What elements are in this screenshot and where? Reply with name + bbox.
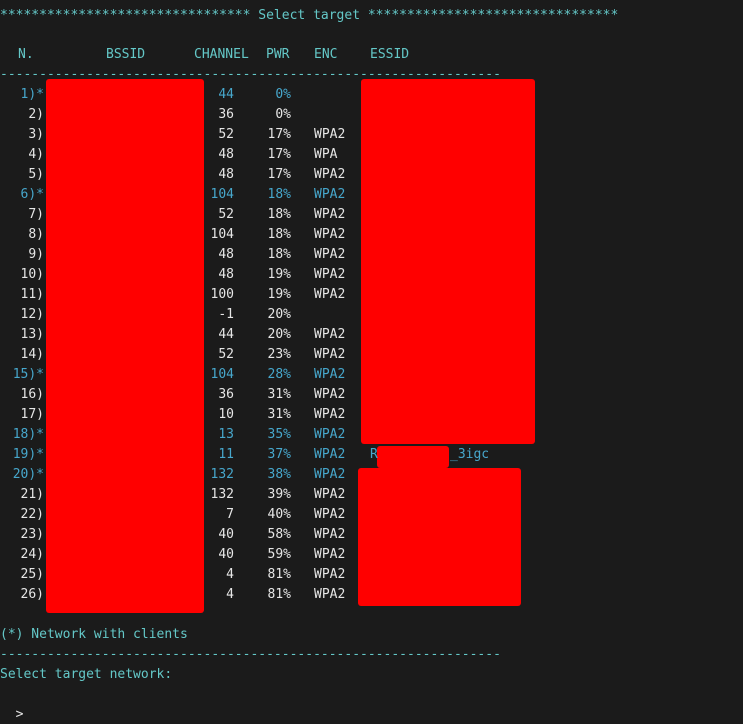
- row-enc: WPA2: [314, 507, 346, 522]
- row-pwr: 18%: [267, 187, 291, 202]
- row-pwr: 23%: [267, 347, 291, 362]
- row-enc: WPA2: [314, 327, 346, 342]
- input-line[interactable]: >: [0, 685, 743, 722]
- row-pwr: 59%: [267, 547, 291, 562]
- row-number: 17): [20, 407, 44, 422]
- row-number: 9): [28, 247, 44, 262]
- row-enc: [314, 85, 358, 105]
- row-number: 12): [20, 307, 44, 322]
- table-header: N. BSSID CHANNEL PWR ENC ESSID: [0, 45, 743, 65]
- row-number: 22): [20, 507, 44, 522]
- row-enc: WPA2: [314, 567, 346, 582]
- row-pwr: 81%: [267, 567, 291, 582]
- row-enc: WPA2: [314, 347, 346, 362]
- essid-redaction-row19: [377, 446, 449, 468]
- row-pwr: 81%: [267, 587, 291, 602]
- footer-divider: ----------------------------------------…: [0, 647, 501, 662]
- row-enc: WPA2: [314, 227, 346, 242]
- row-pwr: 17%: [267, 167, 291, 182]
- header-bssid: BSSID: [106, 47, 146, 62]
- header-pwr: PWR: [266, 47, 290, 62]
- input-caret: >: [15, 707, 24, 722]
- row-number: 7): [28, 207, 44, 222]
- row-enc: WPA2: [314, 547, 346, 562]
- row-number: 25): [20, 567, 44, 582]
- row-pwr: 19%: [267, 287, 291, 302]
- row-pwr: 18%: [267, 247, 291, 262]
- row-pwr: 20%: [267, 327, 291, 342]
- row-number: 8): [28, 227, 44, 242]
- row-number: 21): [20, 487, 44, 502]
- title-banner: ******************************** Select …: [0, 8, 619, 23]
- row-enc: WPA2: [314, 467, 346, 482]
- row-pwr: 0%: [275, 107, 291, 122]
- row19-essid-start: R: [370, 447, 378, 462]
- row-number: 1)*: [20, 87, 44, 102]
- row-enc: WPA: [314, 147, 338, 162]
- row19-essid-end: _3igc: [450, 447, 490, 462]
- row-pwr: 40%: [267, 507, 291, 522]
- row-number: 5): [28, 167, 44, 182]
- row-pwr: 19%: [267, 267, 291, 282]
- row-pwr: 58%: [267, 527, 291, 542]
- legend-text: (*) Network with clients: [0, 627, 188, 642]
- row-pwr: 35%: [267, 427, 291, 442]
- row-pwr: 17%: [267, 147, 291, 162]
- row-enc: WPA2: [314, 287, 346, 302]
- row-pwr: 18%: [267, 227, 291, 242]
- row-pwr: 17%: [267, 127, 291, 142]
- row-enc: [314, 105, 358, 125]
- row-enc: [314, 305, 358, 325]
- prompt-text: Select target network:: [0, 667, 173, 682]
- row-pwr: 31%: [267, 387, 291, 402]
- header-channel: CHANNEL: [194, 47, 249, 62]
- row-enc: WPA2: [314, 247, 346, 262]
- essid-redaction-bottom: [358, 468, 521, 606]
- row-enc: WPA2: [314, 187, 346, 202]
- row-enc: WPA2: [314, 527, 346, 542]
- row-number: 24): [20, 547, 44, 562]
- row-pwr: 20%: [267, 307, 291, 322]
- row-number: 20)*: [12, 467, 44, 482]
- row-number: 2): [28, 107, 44, 122]
- row-number: 19)*: [12, 447, 44, 462]
- row-pwr: 28%: [267, 367, 291, 382]
- row-enc: WPA2: [314, 587, 346, 602]
- row-enc: WPA2: [314, 427, 346, 442]
- essid-redaction-top: [361, 79, 535, 444]
- row-enc: WPA2: [314, 487, 346, 502]
- row-enc: WPA2: [314, 407, 346, 422]
- row-enc: WPA2: [314, 447, 346, 462]
- row-number: 15)*: [12, 367, 44, 382]
- row-enc: WPA2: [314, 387, 346, 402]
- row-pwr: 39%: [267, 487, 291, 502]
- row-number: 16): [20, 387, 44, 402]
- row-number: 3): [28, 127, 44, 142]
- row-number: 14): [20, 347, 44, 362]
- row-number: 23): [20, 527, 44, 542]
- row-enc: WPA2: [314, 167, 346, 182]
- row-number: 18)*: [12, 427, 44, 442]
- row-number: 13): [20, 327, 44, 342]
- header-essid: ESSID: [370, 47, 410, 62]
- row-pwr: 38%: [267, 467, 291, 482]
- row-number: 6)*: [20, 187, 44, 202]
- row-number: 10): [20, 267, 44, 282]
- row-number: 26): [20, 587, 44, 602]
- row-pwr: 0%: [275, 87, 291, 102]
- header-n: N.: [18, 47, 34, 62]
- row-enc: WPA2: [314, 267, 346, 282]
- row-pwr: 31%: [267, 407, 291, 422]
- row-number: 4): [28, 147, 44, 162]
- row-pwr: 18%: [267, 207, 291, 222]
- row-pwr: 37%: [267, 447, 291, 462]
- row-enc: WPA2: [314, 367, 346, 382]
- header-enc: ENC: [314, 47, 338, 62]
- row-number: 11): [20, 287, 44, 302]
- row-enc: WPA2: [314, 207, 346, 222]
- row-enc: WPA2: [314, 127, 346, 142]
- bssid-redaction: [46, 79, 204, 613]
